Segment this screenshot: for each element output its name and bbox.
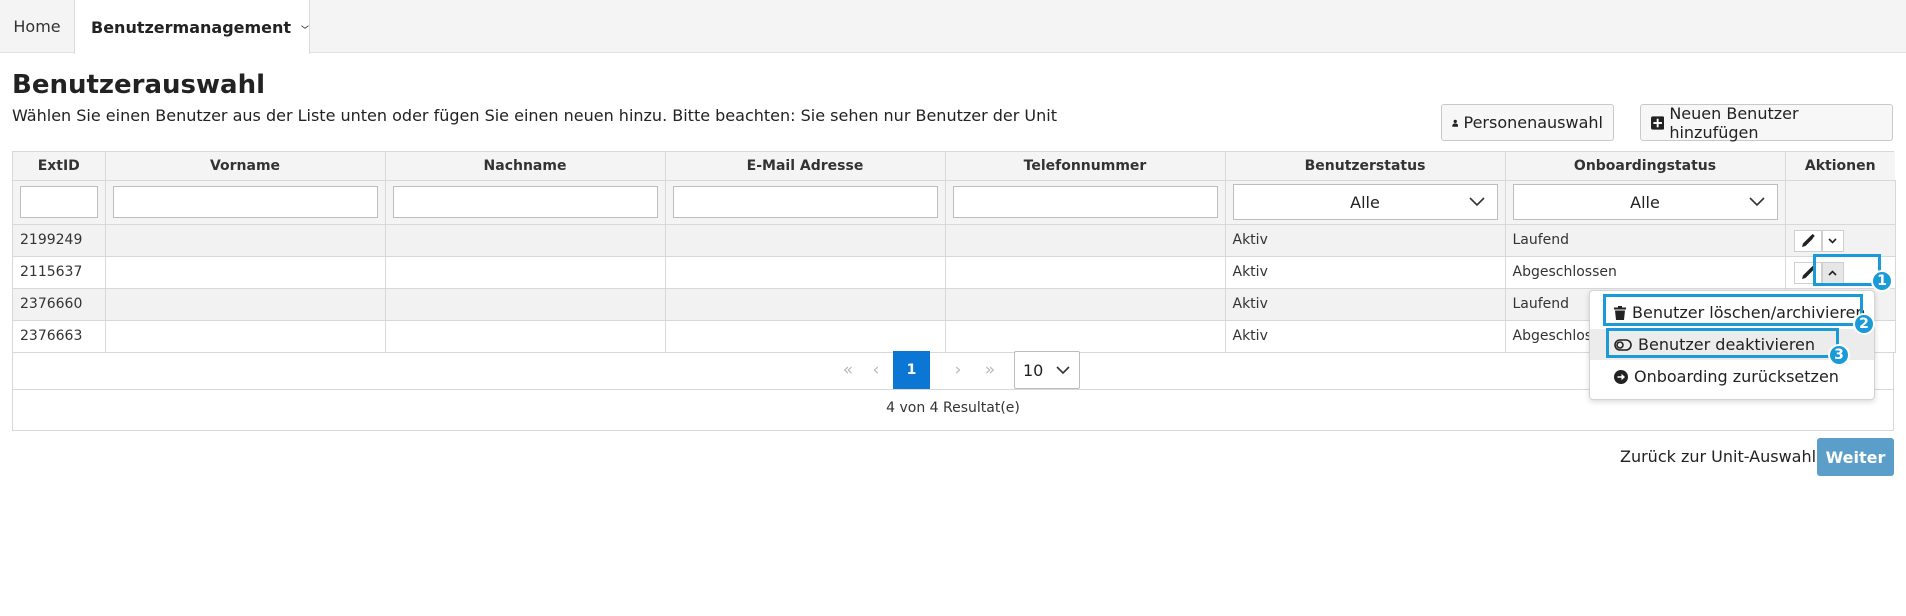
- person-select-label: Personenauswahl: [1463, 113, 1603, 132]
- pencil-icon: [1801, 265, 1815, 279]
- chevron-down-icon: [1828, 237, 1837, 244]
- pencil-icon: [1801, 233, 1815, 247]
- filter-vorname-input[interactable]: [112, 186, 378, 218]
- filter-nachname-input[interactable]: [392, 186, 658, 218]
- cell-status: Aktiv: [1225, 256, 1506, 289]
- row-actions-toggle[interactable]: [1821, 229, 1844, 252]
- step-badge-3: 3: [1828, 344, 1850, 366]
- filter-benutzerstatus-value: Alle: [1350, 192, 1380, 212]
- cell-vorname: [105, 320, 386, 353]
- top-nav: Home Benutzermanagement: [0, 0, 1906, 54]
- page-size-select[interactable]: 10: [1014, 351, 1080, 389]
- cell-telefon: [945, 320, 1226, 353]
- col-header-vorname[interactable]: Vorname: [105, 152, 386, 181]
- cell-onboarding: Laufend: [1505, 224, 1786, 257]
- cell-telefon: [945, 288, 1226, 321]
- add-user-label: Neuen Benutzer hinzufügen: [1669, 103, 1799, 142]
- cell-nachname: [385, 288, 666, 321]
- cell-nachname: [385, 224, 666, 257]
- chevron-down-icon: [1056, 366, 1070, 375]
- cell-extid: 2376663: [13, 320, 106, 353]
- filter-row: Alle Alle: [13, 180, 1896, 225]
- cell-actions: [1785, 224, 1896, 257]
- chevron-up-icon: [1828, 269, 1837, 276]
- cell-email: [665, 288, 946, 321]
- arrow-circle-right-icon: [1614, 369, 1628, 384]
- back-to-unit-link[interactable]: Zurück zur Unit-Auswahl: [1620, 447, 1816, 466]
- user-icon: [1452, 119, 1459, 127]
- filter-benutzerstatus-select[interactable]: Alle: [1232, 184, 1498, 220]
- nav-tab-label: Benutzermanagement: [91, 17, 292, 37]
- cell-status: Aktiv: [1225, 320, 1506, 353]
- next-button[interactable]: Weiter: [1817, 438, 1894, 476]
- plus-square-icon: [1651, 115, 1665, 130]
- result-count: 4 von 4 Resultat(e): [886, 400, 1020, 416]
- cell-onboarding: Abgeschlossen: [1505, 256, 1786, 289]
- toggle-off-icon: [1614, 338, 1632, 351]
- prev-page-button[interactable]: ‹: [865, 352, 887, 388]
- edit-button[interactable]: [1793, 261, 1822, 284]
- col-header-telefon[interactable]: Telefonnummer: [945, 152, 1226, 181]
- menu-item-reset-onboarding[interactable]: Onboarding zurücksetzen: [1590, 361, 1874, 392]
- col-header-aktionen: Aktionen: [1785, 152, 1895, 181]
- filter-email-input[interactable]: [672, 186, 938, 218]
- filter-telefon-input[interactable]: [952, 186, 1218, 218]
- cell-email: [665, 320, 946, 353]
- nav-tab-benutzermanagement[interactable]: Benutzermanagement: [74, 0, 310, 54]
- person-select-button[interactable]: Personenauswahl: [1441, 104, 1614, 141]
- nav-home-link[interactable]: Home: [0, 0, 74, 53]
- next-page-button[interactable]: ›: [947, 352, 969, 388]
- table-row[interactable]: 2115637 Aktiv Abgeschlossen: [13, 256, 1896, 289]
- row-action-group: [1793, 261, 1844, 284]
- cell-status: Aktiv: [1225, 288, 1506, 321]
- cell-extid: 2376660: [13, 288, 106, 321]
- page-button-current[interactable]: 1: [893, 351, 930, 389]
- cell-extid: 2199249: [13, 224, 106, 257]
- cell-nachname: [385, 320, 666, 353]
- cell-telefon: [945, 256, 1226, 289]
- page-description: Wählen Sie einen Benutzer aus der Liste …: [12, 106, 1057, 125]
- add-user-button[interactable]: Neuen Benutzer hinzufügen: [1640, 103, 1893, 142]
- cell-status: Aktiv: [1225, 224, 1506, 257]
- menu-item-label: Benutzer deaktivieren: [1638, 335, 1816, 354]
- cell-nachname: [385, 256, 666, 289]
- page-size-value: 10: [1023, 360, 1044, 380]
- edit-button[interactable]: [1793, 229, 1822, 252]
- row-actions-toggle[interactable]: [1821, 261, 1844, 284]
- menu-item-label: Benutzer löschen/archivieren: [1632, 303, 1866, 322]
- cell-telefon: [945, 224, 1226, 257]
- cell-vorname: [105, 224, 386, 257]
- col-header-nachname[interactable]: Nachname: [385, 152, 666, 181]
- col-header-extid[interactable]: ExtID: [13, 152, 106, 181]
- last-page-button[interactable]: »: [977, 352, 1003, 388]
- col-header-email[interactable]: E-Mail Adresse: [665, 152, 946, 181]
- menu-item-delete-archive[interactable]: Benutzer löschen/archivieren: [1590, 297, 1874, 328]
- cell-email: [665, 256, 946, 289]
- step-badge-2: 2: [1853, 313, 1875, 335]
- col-header-benutzerstatus[interactable]: Benutzerstatus: [1225, 152, 1506, 181]
- trash-icon: [1614, 305, 1626, 320]
- filter-extid-input[interactable]: [20, 186, 98, 218]
- chevron-down-icon: [301, 25, 309, 29]
- step-badge-1: 1: [1871, 270, 1893, 292]
- chevron-down-icon: [1468, 197, 1485, 207]
- table-row[interactable]: 2199249 Aktiv Laufend: [13, 224, 1896, 257]
- page-title: Benutzerauswahl: [12, 70, 266, 100]
- menu-item-label: Onboarding zurücksetzen: [1634, 367, 1839, 386]
- chevron-down-icon: [1748, 197, 1765, 207]
- cell-extid: 2115637: [13, 256, 106, 289]
- filter-onboardingstatus-select[interactable]: Alle: [1512, 184, 1778, 220]
- col-header-onboardingstatus[interactable]: Onboardingstatus: [1505, 152, 1786, 181]
- row-action-group: [1793, 229, 1844, 252]
- filter-onboardingstatus-value: Alle: [1630, 192, 1660, 212]
- cell-vorname: [105, 288, 386, 321]
- cell-email: [665, 224, 946, 257]
- cell-vorname: [105, 256, 386, 289]
- first-page-button[interactable]: «: [835, 352, 861, 388]
